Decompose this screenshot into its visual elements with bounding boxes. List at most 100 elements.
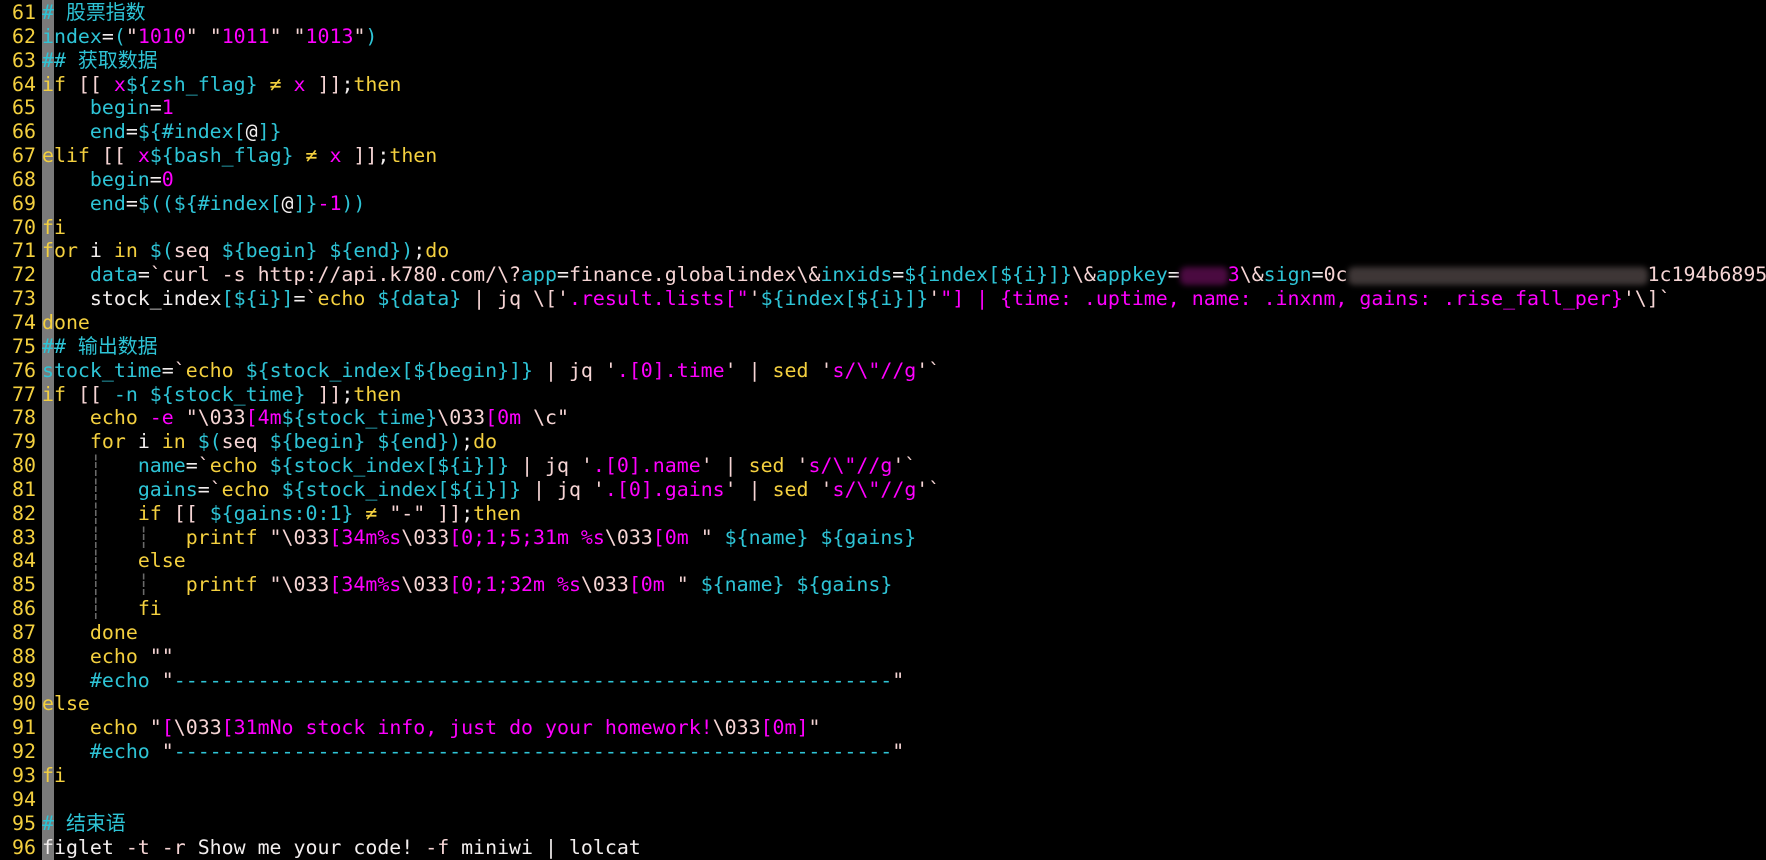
- code-line[interactable]: 79 for i in $(seq ${begin} ${end});do: [0, 430, 1766, 454]
- code-token: s/\"//g: [832, 477, 917, 501]
- line-number: 61: [12, 1, 36, 24]
- code-token: ": [664, 573, 701, 597]
- code-token: ' |: [724, 477, 773, 501]
- code-token: ": [161, 668, 174, 692]
- code-token: 1013: [305, 24, 354, 48]
- line-code: elif [[ x${bash_flag} ≠ x ]];then: [42, 144, 437, 168]
- code-token: ${stock_time}: [281, 406, 438, 430]
- line-number: 67: [12, 144, 36, 168]
- code-editor[interactable]: 61 # 股票指数 62 index=("1010" "1011" "1013") 63…: [0, 1, 1766, 859]
- code-token: sed: [748, 454, 797, 478]
- code-token: begin: [89, 96, 150, 120]
- code-token: ${stock_index[${i}]}: [281, 477, 522, 501]
- code-line[interactable]: 75 ## 输出数据: [0, 335, 1766, 359]
- code-token: $(: [149, 239, 174, 263]
- code-token: ' |: [700, 454, 749, 478]
- line-number: 92: [12, 740, 36, 764]
- code-token: \&: [1239, 263, 1264, 287]
- code-token: =: [125, 120, 138, 144]
- code-token: 0c: [1323, 263, 1348, 287]
- code-line[interactable]: 89 #echo "------------------------------…: [0, 669, 1766, 693]
- code-token: ;: [461, 430, 474, 454]
- code-line[interactable]: 92 #echo "------------------------------…: [0, 740, 1766, 764]
- code-token: 1010: [137, 24, 186, 48]
- code-line[interactable]: 94: [0, 788, 1766, 812]
- code-token: " ": [185, 24, 222, 48]
- code-line[interactable]: 88 echo "": [0, 645, 1766, 669]
- code-line[interactable]: 96 figlet -t -r Show me your code! -f min…: [0, 836, 1766, 860]
- code-token: '`: [916, 477, 941, 501]
- code-line[interactable]: 63 ## 获取数据: [0, 49, 1766, 73]
- code-line[interactable]: 72 data=`curl -s http://api.k780.com/\?a…: [0, 263, 1766, 287]
- code-token: then: [353, 72, 402, 96]
- code-token: ≠: [257, 72, 294, 96]
- code-line[interactable]: 61 # 股票指数: [0, 1, 1766, 25]
- code-line[interactable]: 78 echo -e "\033[4m${stock_time}\033[0m …: [0, 406, 1766, 430]
- code-line[interactable]: 93 fi: [0, 764, 1766, 788]
- code-line[interactable]: 69 end=$((${#index[@]}-1)): [0, 192, 1766, 216]
- line-code: ┆ ┆ printf "\033[34m%s\033[0;1;32m %s\03…: [42, 573, 892, 597]
- line-code: begin=1: [42, 96, 174, 120]
- code-token: name: [137, 454, 186, 478]
- code-token: \033: [604, 525, 653, 549]
- code-line[interactable]: 68 begin=0: [0, 168, 1766, 192]
- line-code: ## 输出数据: [42, 335, 158, 359]
- code-line[interactable]: 65 begin=1: [0, 96, 1766, 120]
- redacted-blur: [1179, 266, 1228, 285]
- code-line[interactable]: 77 if [[ -n ${stock_time} ]];then: [0, 383, 1766, 407]
- code-token: [4m: [245, 406, 282, 430]
- code-line[interactable]: 81 ┆ gains=`echo ${stock_index[${i}]} | …: [0, 478, 1766, 502]
- code-line[interactable]: 64 if [[ x${zsh_flag} ≠ x ]];then: [0, 73, 1766, 97]
- code-token: finance.globalindex\&: [568, 263, 821, 287]
- code-token: begin: [89, 167, 150, 191]
- code-line[interactable]: 76 stock_time=`echo ${stock_index[${begin…: [0, 359, 1766, 383]
- code-line[interactable]: 86 ┆ fi: [0, 597, 1766, 621]
- line-code: ## 获取数据: [42, 49, 158, 73]
- code-line[interactable]: 62 index=("1010" "1011" "1013"): [0, 25, 1766, 49]
- code-token: echo: [89, 716, 150, 740]
- code-token: 3: [1227, 263, 1240, 287]
- code-token: [[: [77, 72, 114, 96]
- code-line[interactable]: 95 # 结束语: [0, 812, 1766, 836]
- code-line[interactable]: 90 else: [0, 692, 1766, 716]
- code-token: done: [89, 620, 138, 644]
- code-line[interactable]: 80 ┆ name=`echo ${stock_index[${i}]} | j…: [0, 454, 1766, 478]
- code-token: sed: [772, 358, 821, 382]
- code-line[interactable]: 82 ┆ if [[ ${gains:0:1} ≠ "-" ]];then: [0, 502, 1766, 526]
- code-line[interactable]: 73 stock_index[${i}]=`echo ${data} | jq …: [0, 287, 1766, 311]
- code-token: elif: [42, 144, 102, 168]
- code-token: ]]: [341, 144, 378, 168]
- code-line[interactable]: 83 ┆ ┆ printf "\033[34m%s\033[0;1;5;31m …: [0, 526, 1766, 550]
- code-token: x: [113, 72, 126, 96]
- code-token: " ": [269, 24, 306, 48]
- code-line[interactable]: 84 ┆ else: [0, 549, 1766, 573]
- line-code: fi: [42, 216, 66, 240]
- line-code: # 结束语: [42, 812, 126, 836]
- code-line[interactable]: 87 done: [0, 621, 1766, 645]
- code-line[interactable]: 85 ┆ ┆ printf "\033[34m%s\033[0;1;32m %s…: [0, 573, 1766, 597]
- code-token: ┆: [42, 597, 138, 621]
- code-token: ┆: [42, 454, 138, 478]
- code-line[interactable]: 66 end=${#index[@]}: [0, 120, 1766, 144]
- code-token: | jq ': [521, 477, 605, 501]
- code-token: ": [353, 24, 366, 48]
- code-token: \033: [401, 573, 450, 597]
- code-line[interactable]: 71 for i in $(seq ${begin} ${end});do: [0, 239, 1766, 263]
- code-line[interactable]: 67 elif [[ x${bash_flag} ≠ x ]];then: [0, 144, 1766, 168]
- code-token: -n ${stock_time}: [113, 382, 306, 406]
- line-code: end=$((${#index[@]}-1)): [42, 192, 365, 216]
- code-token: `: [197, 454, 210, 478]
- code-token: Show me your code!: [197, 835, 426, 859]
- code-token: then: [473, 501, 522, 525]
- line-code: echo -e "\033[4m${stock_time}\033[0m \c": [42, 406, 569, 430]
- code-token: fi: [42, 215, 66, 239]
- code-line[interactable]: 70 fi: [0, 216, 1766, 240]
- code-token: [${i}]: [221, 287, 294, 311]
- code-line[interactable]: 74 done: [0, 311, 1766, 335]
- code-token: .[0].name: [592, 454, 701, 478]
- code-token: ;: [377, 144, 390, 168]
- line-code: data=`curl -s http://api.k780.com/\?app=…: [42, 263, 1766, 287]
- code-line[interactable]: 91 echo "[\033[31mNo stock info, just do…: [0, 716, 1766, 740]
- code-token: ┆: [42, 501, 138, 525]
